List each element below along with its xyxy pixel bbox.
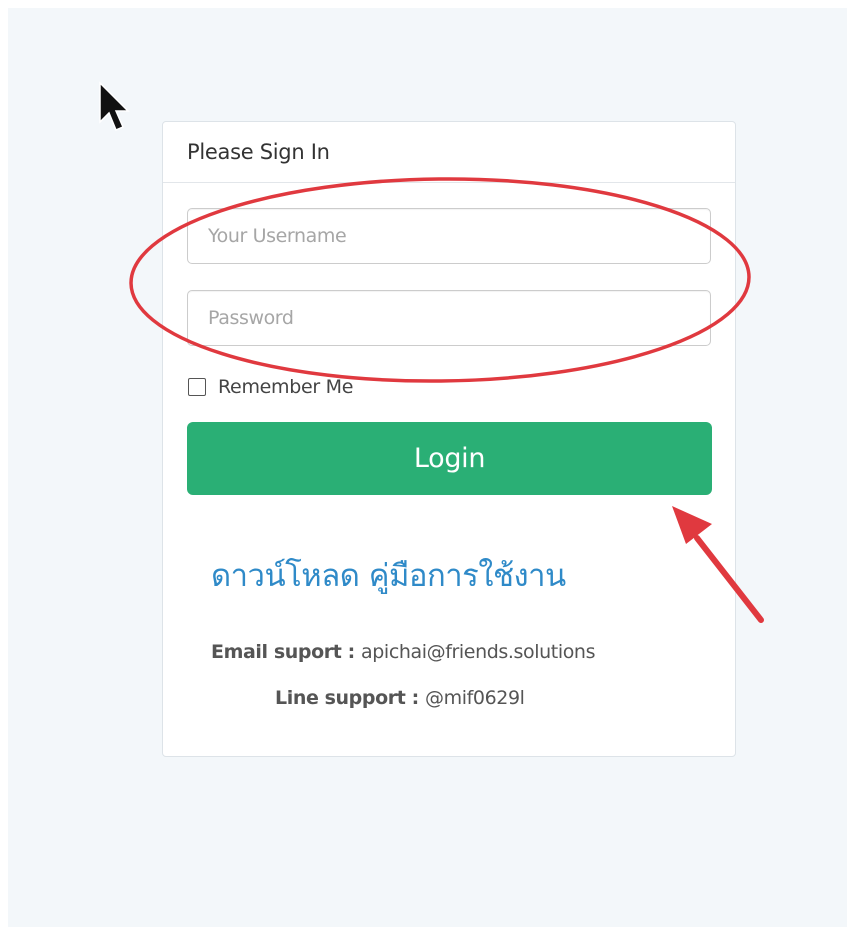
password-field[interactable] [187,290,711,346]
email-support-value: apichai@friends.solutions [361,641,596,663]
line-support-value: @mif0629l [425,687,525,709]
login-button[interactable]: Login [187,422,712,495]
line-support-label: Line support [275,687,406,709]
download-manual-link[interactable]: ดาวน์โหลด คู่มือการใช้งาน [211,550,566,600]
remember-me-label[interactable]: Remember Me [218,376,353,398]
remember-me-checkbox[interactable] [188,378,206,396]
panel-title: Please Sign In [187,140,330,164]
username-input[interactable] [208,225,690,247]
login-panel: Please Sign In Remember Me Login ดาวน์โห… [162,121,736,757]
remember-me[interactable]: Remember Me [188,376,353,398]
username-field[interactable] [187,208,711,264]
email-support-label: Email suport [211,641,342,663]
line-support: Line support : @mif0629l [275,687,525,709]
password-input[interactable] [208,307,690,329]
panel-heading: Please Sign In [163,122,735,183]
mouse-pointer-icon [99,81,130,131]
email-support: Email suport : apichai@friends.solutions [211,641,596,663]
